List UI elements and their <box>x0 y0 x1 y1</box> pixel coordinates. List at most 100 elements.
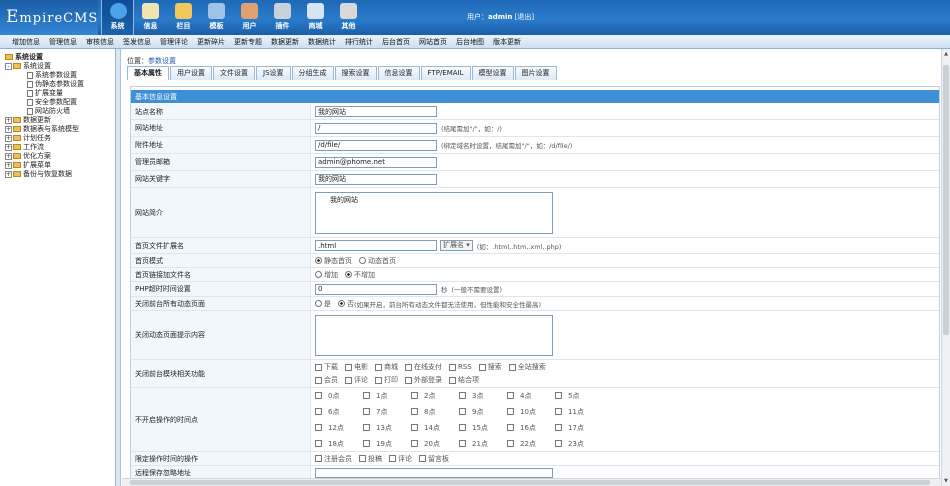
expand-icon[interactable]: + <box>5 161 12 169</box>
nav-item[interactable]: 模板 <box>200 0 233 35</box>
hour-checkbox[interactable]: 21点 <box>459 439 507 449</box>
option-checkbox[interactable]: RSS <box>449 363 472 371</box>
hour-checkbox[interactable]: 2点 <box>411 391 459 401</box>
scroll-up-icon[interactable]: ▲ <box>943 51 949 57</box>
hour-checkbox[interactable]: 11点 <box>555 407 603 417</box>
hour-checkbox[interactable]: 16点 <box>507 423 555 433</box>
tree-item[interactable]: 网站防火墙 <box>5 107 115 116</box>
option-checkbox[interactable]: 外部登录 <box>405 376 442 384</box>
expand-icon[interactable]: + <box>5 125 12 133</box>
hour-checkbox[interactable]: 1点 <box>363 391 411 401</box>
settings-tab[interactable]: 图片设置 <box>514 66 557 80</box>
quick-menu-item[interactable]: 增加信息 <box>12 35 40 48</box>
quick-menu-item[interactable]: 版本更新 <box>493 35 521 48</box>
hour-checkbox[interactable]: 0点 <box>315 391 363 401</box>
hour-checkbox[interactable]: 17点 <box>555 423 603 433</box>
hscroll-thumb[interactable] <box>130 480 930 485</box>
site-name-input[interactable] <box>315 106 437 117</box>
option-checkbox[interactable]: 在线支付 <box>405 363 442 371</box>
expand-icon[interactable]: + <box>5 170 12 178</box>
quick-menu-item[interactable]: 管理评论 <box>160 35 188 48</box>
vertical-scrollbar[interactable]: ▲ ▼ <box>941 49 950 486</box>
admin-email-input[interactable] <box>315 156 437 168</box>
tree-item[interactable]: 扩展变量 <box>5 89 115 98</box>
option-checkbox[interactable]: 评论 <box>345 376 368 384</box>
hour-checkbox[interactable]: 14点 <box>411 423 459 433</box>
site-intro-textarea[interactable]: 我的网站 <box>315 191 553 234</box>
php-timeout-input[interactable] <box>315 283 437 295</box>
option-checkbox[interactable]: 搜索 <box>478 363 502 371</box>
tree-group[interactable]: + 工作流 <box>5 143 115 152</box>
remote-save-textarea[interactable] <box>315 467 553 478</box>
tree-item[interactable]: 安全参数配置 <box>5 98 115 107</box>
expand-icon[interactable]: + <box>5 134 12 142</box>
option-checkbox[interactable]: 注册会员 <box>315 454 352 464</box>
option-checkbox[interactable]: 评论 <box>389 454 412 464</box>
hour-checkbox[interactable]: 13点 <box>363 423 411 433</box>
nav-item[interactable]: 其他 <box>332 0 365 35</box>
settings-tab[interactable]: 基本属性 <box>127 66 169 80</box>
nav-item[interactable]: 插件 <box>266 0 299 35</box>
nav-item[interactable]: 商城 <box>299 0 332 35</box>
hour-checkbox[interactable]: 5点 <box>555 391 603 401</box>
hour-checkbox[interactable]: 12点 <box>315 423 363 433</box>
nav-item[interactable]: 栏目 <box>167 0 200 35</box>
attach-url-input[interactable] <box>315 139 437 151</box>
option-checkbox[interactable]: 下载 <box>315 363 338 371</box>
hour-checkbox[interactable]: 10点 <box>507 407 555 417</box>
option-checkbox[interactable]: 会员 <box>315 376 338 384</box>
hour-checkbox[interactable]: 7点 <box>363 407 411 417</box>
hour-checkbox[interactable]: 4点 <box>507 391 555 401</box>
breadcrumb-link[interactable]: 参数设置 <box>148 57 176 65</box>
settings-tab[interactable]: 搜索设置 <box>334 66 377 80</box>
quick-menu-item[interactable]: 数据统计 <box>308 35 336 48</box>
home-ext-input[interactable] <box>315 240 437 251</box>
tree-group[interactable]: + 计划任务 <box>5 134 115 143</box>
hour-checkbox[interactable]: 3点 <box>459 391 507 401</box>
quick-menu-item[interactable]: 后台首页 <box>382 35 410 48</box>
tree-group[interactable]: + 数据更新 <box>5 116 115 125</box>
nav-item[interactable]: 系统 <box>101 0 134 35</box>
option-checkbox[interactable]: 投稿 <box>359 454 382 464</box>
nav-item[interactable]: 用户 <box>233 0 266 35</box>
tree-item[interactable]: 系统参数设置 <box>5 71 115 80</box>
keywords-input[interactable] <box>315 173 437 185</box>
scroll-down-icon[interactable]: ▼ <box>943 478 949 484</box>
tree-item[interactable]: 伪静态参数设置 <box>5 80 115 89</box>
close-dynamic-no-radio[interactable]: 否 <box>338 299 354 309</box>
settings-tab[interactable]: JS设置 <box>256 66 291 80</box>
hour-checkbox[interactable]: 19点 <box>363 439 411 449</box>
hour-checkbox[interactable]: 20点 <box>411 439 459 449</box>
site-url-input[interactable] <box>315 122 437 134</box>
close-tip-textarea[interactable] <box>315 314 553 356</box>
settings-tab[interactable]: 分组生成 <box>291 66 334 80</box>
option-checkbox[interactable]: 打印 <box>375 376 398 384</box>
quick-menu-item[interactable]: 签发信息 <box>123 35 151 48</box>
collapse-icon[interactable]: - <box>5 62 12 70</box>
logout-link[interactable]: [退出] <box>515 13 534 21</box>
option-checkbox[interactable]: 电影 <box>345 363 368 371</box>
settings-tab[interactable]: 文件设置 <box>213 66 255 80</box>
settings-tab[interactable]: FTP/EMAIL <box>420 66 471 80</box>
expand-icon[interactable]: + <box>5 143 12 151</box>
tree-root[interactable]: 系统设置 <box>5 53 115 62</box>
horizontal-scrollbar[interactable] <box>122 478 941 486</box>
option-checkbox[interactable]: 商城 <box>375 363 398 371</box>
tree-group[interactable]: + 优化方案 <box>5 152 115 161</box>
nav-item[interactable]: 信息 <box>134 0 167 35</box>
tree-group[interactable]: + 扩展菜单 <box>5 161 115 170</box>
hour-checkbox[interactable]: 18点 <box>315 439 363 449</box>
suffix-add-radio[interactable]: 增加 <box>315 270 338 280</box>
settings-tab[interactable]: 信息设置 <box>377 66 420 80</box>
tree-group[interactable]: + 数据表与系统模型 <box>5 125 115 134</box>
hour-checkbox[interactable]: 23点 <box>555 439 603 449</box>
quick-menu-item[interactable]: 更新专题 <box>234 35 262 48</box>
settings-tab[interactable]: 用户设置 <box>170 66 212 80</box>
quick-menu-item[interactable]: 审核信息 <box>86 35 114 48</box>
quick-menu-item[interactable]: 网站首页 <box>419 35 447 48</box>
expand-icon[interactable]: + <box>5 116 12 124</box>
quick-menu-item[interactable]: 数据更新 <box>271 35 299 48</box>
tree-group[interactable]: + 备份与恢复数据 <box>5 170 115 179</box>
option-checkbox[interactable]: 结合项 <box>449 376 479 384</box>
settings-tab[interactable]: 模型设置 <box>471 66 514 80</box>
